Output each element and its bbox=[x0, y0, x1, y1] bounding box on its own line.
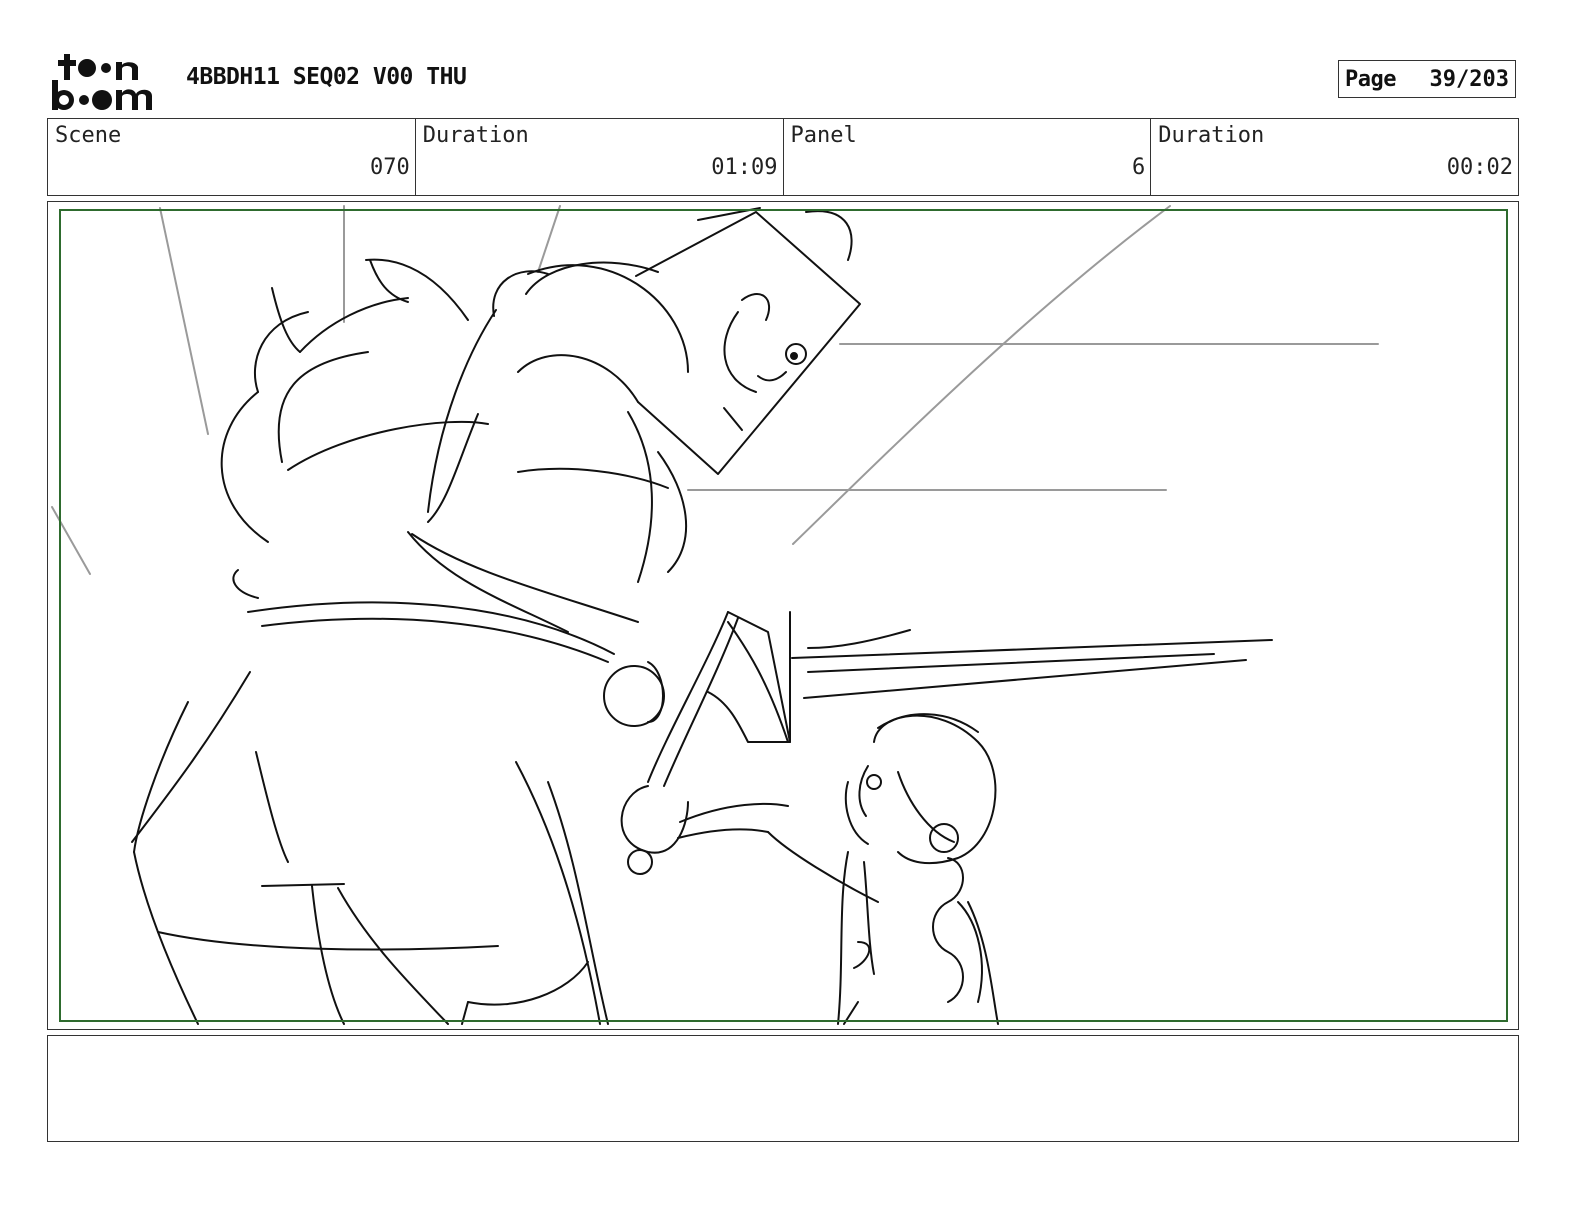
scene-label: Scene bbox=[55, 123, 122, 148]
panel-notes-box bbox=[47, 1035, 1519, 1142]
scene-duration-value: 01:09 bbox=[711, 155, 778, 180]
scene-cell: Scene 070 bbox=[48, 119, 416, 195]
scene-value: 070 bbox=[370, 155, 410, 180]
scene-duration-cell: Duration 01:09 bbox=[416, 119, 784, 195]
page-number: 39/203 bbox=[1429, 66, 1509, 92]
panel-value: 6 bbox=[1132, 155, 1146, 180]
panel-label: Panel bbox=[790, 123, 857, 148]
document-title: 4BBDH11 SEQ02 V00 THU bbox=[186, 64, 467, 90]
panel-duration-cell: Duration 00:02 bbox=[1151, 119, 1518, 195]
panel-duration-label: Duration bbox=[1158, 123, 1265, 148]
panel-cell: Panel 6 bbox=[784, 119, 1152, 195]
scene-duration-label: Duration bbox=[422, 123, 529, 148]
page-label: Page bbox=[1345, 66, 1396, 92]
page-indicator: Page 39/203 bbox=[1338, 60, 1516, 98]
panel-duration-value: 00:02 bbox=[1446, 155, 1513, 180]
toonboom-logo bbox=[52, 54, 152, 110]
scene-info-row: Scene 070 Duration 01:09 Panel 6 Duratio… bbox=[47, 118, 1519, 196]
safe-area-frame bbox=[59, 209, 1508, 1022]
